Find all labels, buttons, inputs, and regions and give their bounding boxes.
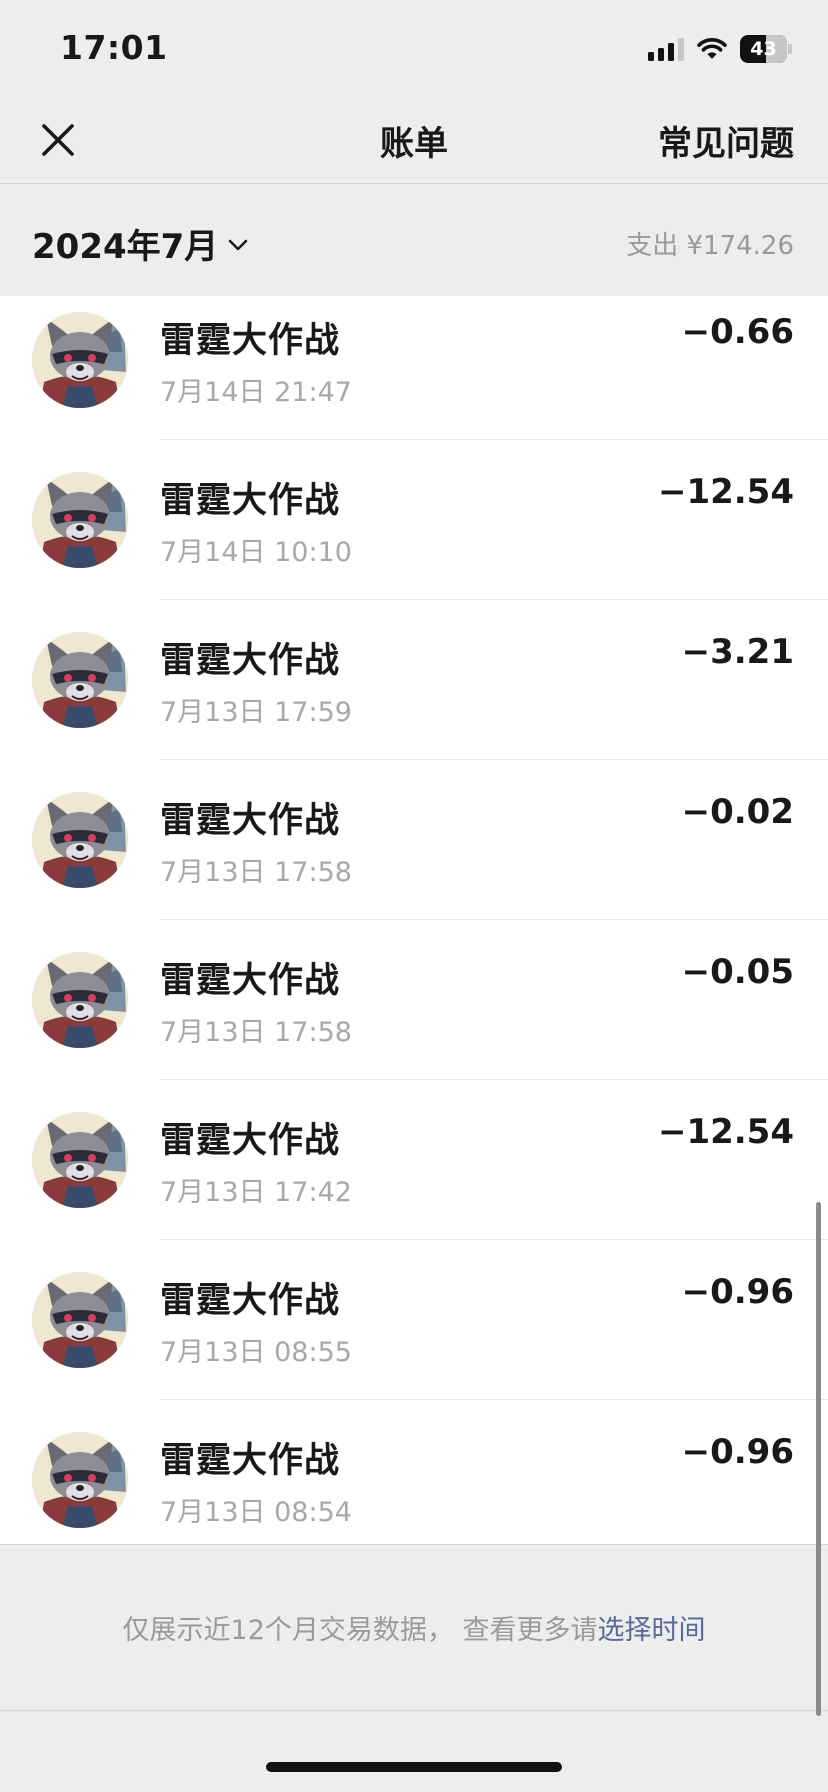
transaction-list[interactable]: 雷霆大作战 7月14日 21:47 −0.66 雷霆大作战 7月14日 10:1… xyxy=(0,296,828,1544)
transaction-amount: −12.54 xyxy=(657,1112,794,1152)
chevron-down-icon xyxy=(228,239,248,250)
footer-note: 仅展示近12个月交易数据， 查看更多请选择时间 xyxy=(0,1608,828,1647)
transaction-row[interactable]: 雷霆大作战 7月13日 17:59 −3.21 xyxy=(0,600,828,760)
list-divider xyxy=(0,1544,828,1545)
battery-icon: 43 xyxy=(740,35,792,63)
merchant-avatar xyxy=(32,312,128,408)
merchant-name: 雷霆大作战 xyxy=(160,481,341,521)
transaction-time: 7月13日 17:58 xyxy=(160,857,352,888)
transaction-time: 7月13日 17:42 xyxy=(160,1177,352,1208)
home-indicator[interactable] xyxy=(266,1762,562,1772)
transaction-row[interactable]: 雷霆大作战 7月14日 21:47 −0.66 xyxy=(0,296,828,440)
battery-level: 43 xyxy=(750,38,777,60)
merchant-name: 雷霆大作战 xyxy=(160,1121,341,1161)
merchant-name: 雷霆大作战 xyxy=(160,641,341,681)
transaction-amount: −0.05 xyxy=(681,952,794,992)
month-header: 2024年7月 支出 ¥174.26 xyxy=(0,185,828,296)
merchant-name: 雷霆大作战 xyxy=(160,801,341,841)
expense-summary: 支出 ¥174.26 xyxy=(626,231,794,261)
faq-button[interactable]: 常见问题 xyxy=(658,116,794,165)
transaction-row[interactable]: 雷霆大作战 7月13日 08:54 −0.96 xyxy=(0,1400,828,1544)
merchant-avatar xyxy=(32,792,128,888)
merchant-name: 雷霆大作战 xyxy=(160,321,341,361)
month-selector[interactable]: 2024年7月 xyxy=(32,219,250,268)
transaction-time: 7月13日 08:55 xyxy=(160,1337,352,1368)
nav-bar: 账单 常见问题 xyxy=(0,96,828,184)
transaction-amount: −0.96 xyxy=(681,1272,794,1312)
select-time-link[interactable]: 选择时间 xyxy=(597,1615,705,1646)
merchant-name: 雷霆大作战 xyxy=(160,961,341,1001)
merchant-avatar xyxy=(32,1432,128,1528)
transaction-time: 7月13日 17:58 xyxy=(160,1017,352,1048)
transaction-time: 7月14日 10:10 xyxy=(160,537,352,568)
transaction-row[interactable]: 雷霆大作战 7月13日 17:58 −0.05 xyxy=(0,920,828,1080)
transaction-row[interactable]: 雷霆大作战 7月13日 17:58 −0.02 xyxy=(0,760,828,920)
merchant-avatar xyxy=(32,952,128,1048)
transaction-time: 7月14日 21:47 xyxy=(160,377,352,408)
merchant-name: 雷霆大作战 xyxy=(160,1281,341,1321)
footer-note-text: 仅展示近12个月交易数据， 查看更多请 xyxy=(122,1615,598,1646)
merchant-avatar xyxy=(32,472,128,568)
transaction-amount: −3.21 xyxy=(681,632,794,672)
transaction-amount: −0.02 xyxy=(681,792,794,832)
merchant-avatar xyxy=(32,632,128,728)
transaction-row[interactable]: 雷霆大作战 7月14日 10:10 −12.54 xyxy=(0,440,828,600)
merchant-avatar xyxy=(32,1112,128,1208)
transaction-time: 7月13日 17:59 xyxy=(160,697,352,728)
merchant-avatar xyxy=(32,1272,128,1368)
merchant-name: 雷霆大作战 xyxy=(160,1441,341,1481)
transaction-amount: −0.66 xyxy=(681,312,794,352)
transaction-amount: −12.54 xyxy=(657,472,794,512)
scrollbar[interactable] xyxy=(816,1202,821,1716)
status-time: 17:01 xyxy=(60,28,168,67)
bottom-divider xyxy=(0,1710,828,1711)
transaction-row[interactable]: 雷霆大作战 7月13日 17:42 −12.54 xyxy=(0,1080,828,1240)
cellular-signal-icon xyxy=(648,37,684,61)
month-label: 2024年7月 xyxy=(32,227,219,267)
transaction-time: 7月13日 08:54 xyxy=(160,1497,352,1528)
wifi-icon xyxy=(697,38,727,59)
bill-screen: 17:01 43 账单 常见问题 2024年7月 支出 ¥174.26 雷霆大作… xyxy=(0,0,828,1792)
status-icons: 43 xyxy=(648,34,792,64)
transaction-row[interactable]: 雷霆大作战 7月13日 08:55 −0.96 xyxy=(0,1240,828,1400)
transaction-amount: −0.96 xyxy=(681,1432,794,1472)
status-bar: 17:01 43 xyxy=(0,0,828,96)
